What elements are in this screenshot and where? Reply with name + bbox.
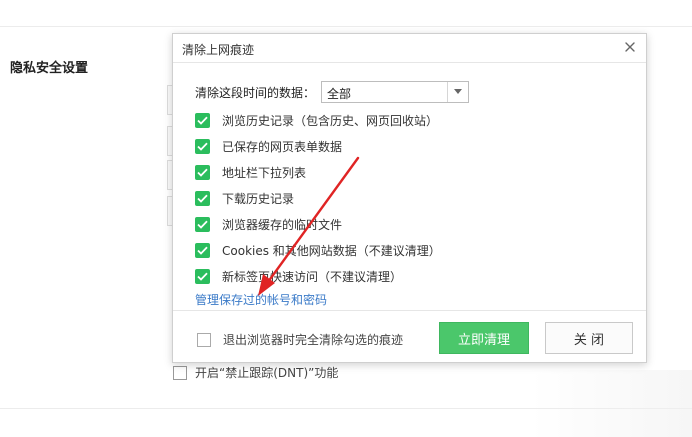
option-form-data[interactable]: 已保存的网页表单数据: [195, 133, 441, 159]
close-icon[interactable]: [622, 39, 638, 55]
check-icon[interactable]: [195, 268, 210, 284]
exit-clear-checkbox[interactable]: [197, 332, 211, 347]
section-title: 隐私安全设置: [10, 61, 89, 76]
dialog-title: 清除上网痕迹: [182, 43, 255, 57]
option-cache-files[interactable]: 浏览器缓存的临时文件: [195, 211, 441, 237]
dialog-footer-divider: [173, 310, 646, 311]
check-icon[interactable]: [195, 164, 210, 180]
check-icon[interactable]: [195, 242, 210, 258]
dnt-checkbox[interactable]: [173, 365, 187, 380]
page-top-divider: [0, 26, 692, 27]
time-range-row: 清除这段时间的数据： 全部: [195, 81, 470, 103]
option-label: 已保存的网页表单数据: [222, 139, 343, 154]
option-label: 浏览器缓存的临时文件: [222, 217, 343, 232]
check-icon[interactable]: [195, 112, 210, 128]
time-range-select[interactable]: 全部: [321, 81, 470, 103]
close-button[interactable]: 关 闭: [545, 322, 633, 354]
option-label: Cookies 和其他网站数据（不建议清理）: [222, 243, 441, 258]
dnt-label: 开启“禁止跟踪(DNT)”功能: [195, 366, 339, 380]
option-label: 地址栏下拉列表: [222, 165, 307, 180]
option-label: 新标签页快速访问（不建议清理）: [222, 269, 403, 284]
check-icon[interactable]: [195, 216, 210, 232]
dnt-setting-row[interactable]: 开启“禁止跟踪(DNT)”功能: [173, 364, 338, 381]
option-address-bar-list[interactable]: 地址栏下拉列表: [195, 159, 441, 185]
option-label: 下载历史记录: [222, 191, 295, 206]
clear-history-dialog: 清除上网痕迹 清除这段时间的数据： 全部 浏览历史记录（包含历史、网页回收站）: [172, 33, 647, 363]
check-icon[interactable]: [195, 190, 210, 206]
option-download-history[interactable]: 下载历史记录: [195, 185, 441, 211]
clear-now-button[interactable]: 立即清理: [439, 322, 529, 354]
option-browsing-history[interactable]: 浏览历史记录（包含历史、网页回收站）: [195, 107, 441, 133]
option-cookies[interactable]: Cookies 和其他网站数据（不建议清理）: [195, 237, 441, 263]
manage-passwords-link[interactable]: 管理保存过的帐号和密码: [195, 291, 327, 308]
dialog-header: 清除上网痕迹: [173, 34, 646, 63]
clear-options-list: 浏览历史记录（包含历史、网页回收站） 已保存的网页表单数据 地址栏下拉列表 下载…: [195, 107, 441, 289]
time-range-value: 全部: [327, 87, 352, 101]
exit-clear-label: 退出浏览器时完全清除勾选的痕迹: [223, 333, 404, 347]
time-range-label: 清除这段时间的数据：: [195, 85, 316, 100]
option-label: 浏览历史记录（包含历史、网页回收站）: [222, 113, 439, 128]
chevron-down-icon[interactable]: [447, 82, 468, 102]
option-new-tab-quick-access[interactable]: 新标签页快速访问（不建议清理）: [195, 263, 441, 289]
corner-haze: [530, 370, 692, 437]
check-icon[interactable]: [195, 138, 210, 154]
exit-clear-option[interactable]: 退出浏览器时完全清除勾选的痕迹: [197, 331, 403, 348]
